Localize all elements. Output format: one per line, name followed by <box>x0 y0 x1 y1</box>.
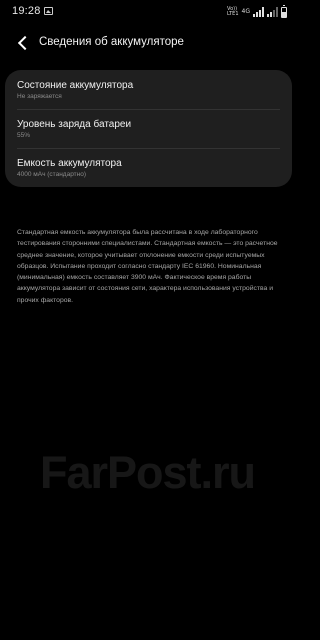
signal-icon <box>253 7 264 17</box>
back-button[interactable] <box>12 32 34 54</box>
app-header: Сведения об аккумуляторе <box>0 28 295 60</box>
volte-icon: Vo)) LTE1 <box>227 7 239 17</box>
item-title: Емкость аккумулятора <box>17 158 122 169</box>
item-title: Уровень заряда батареи <box>17 119 132 130</box>
status-time: 19:28 <box>12 5 41 17</box>
watermark-logo: FarPost.ru <box>39 447 256 498</box>
item-subtitle: 4000 мАч (стандартно) <box>17 171 87 178</box>
page-title: Сведения об аккумуляторе <box>39 36 184 48</box>
status-bar: 19:28 Vo)) LTE1 4G <box>0 0 295 24</box>
chevron-left-icon <box>17 35 32 51</box>
battery-icon <box>281 4 287 18</box>
battery-info-card: Состояние аккумулятора Не заряжается Уро… <box>5 70 292 187</box>
status-icons: Vo)) LTE1 4G <box>227 4 287 20</box>
item-subtitle: 55% <box>17 132 31 139</box>
lte-label: LTE1 <box>227 11 239 17</box>
list-item-capacity[interactable]: Емкость аккумулятора 4000 мАч (стандартн… <box>5 148 292 187</box>
item-title: Состояние аккумулятора <box>17 80 134 91</box>
network-type-label: 4G <box>241 8 250 15</box>
signal-icon-2 <box>267 7 278 17</box>
item-subtitle: Не заряжается <box>17 93 62 100</box>
capacity-description: Стандартная емкость аккумулятора была ра… <box>17 229 278 304</box>
list-item-charge-level[interactable]: Уровень заряда батареи 55% <box>5 109 292 148</box>
battery-fill <box>282 11 286 17</box>
list-item-battery-status[interactable]: Состояние аккумулятора Не заряжается <box>5 70 292 109</box>
image-notification-icon <box>44 7 53 15</box>
